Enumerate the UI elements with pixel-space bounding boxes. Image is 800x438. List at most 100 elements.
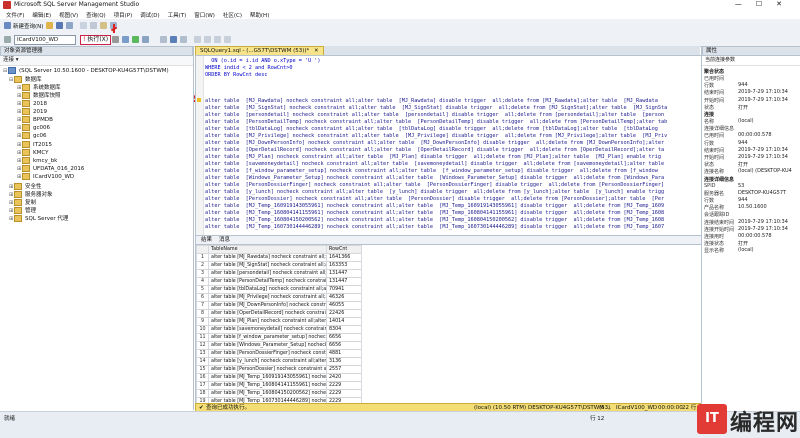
cell-rowcnt[interactable]: 8304 xyxy=(326,325,362,334)
execute-button[interactable]: ! 执行(X) xyxy=(80,35,112,45)
cell-rowcnt[interactable]: 1641366 xyxy=(326,253,362,262)
table-row[interactable]: 18 alter table [MJ_Temp_160804150200562] … xyxy=(196,389,362,398)
property-row[interactable]: 行数 944 xyxy=(704,197,748,204)
cell-tablename[interactable]: alter table [f_window_parameter_setup] n… xyxy=(208,333,327,342)
table-row[interactable]: 12 alter table [Windows_Parameter_Setup] … xyxy=(196,341,362,350)
save-icon[interactable] xyxy=(56,22,63,29)
object-explorer-icon[interactable] xyxy=(90,22,97,29)
outdent-icon[interactable] xyxy=(224,36,231,43)
activity-monitor-icon[interactable] xyxy=(80,22,87,29)
cell-rowcnt[interactable]: 2557 xyxy=(326,365,362,374)
properties-subtitle[interactable]: 当前连接参数 xyxy=(702,56,800,66)
cell-rowcnt[interactable]: 22426 xyxy=(326,309,362,318)
tree-node[interactable]: ⊞ KMCY xyxy=(17,148,48,156)
cell-rowcnt[interactable]: 2420 xyxy=(326,373,362,382)
property-row[interactable]: 名称 (local) xyxy=(704,118,754,125)
cell-rowcnt[interactable]: 46055 xyxy=(326,301,362,310)
cell-tablename[interactable]: alter table [MJ_Rawdata] nocheck constra… xyxy=(208,253,327,262)
query-editor[interactable]: ON (o.id = i.id AND o.xType = 'U ') WHERE… xyxy=(195,55,702,236)
table-row[interactable]: 9 alter table [MJ_Plan] nocheck constrain… xyxy=(196,317,362,326)
close-button[interactable]: ✕ xyxy=(776,0,796,8)
table-row[interactable]: 11 alter table [f_window_parameter_setup]… xyxy=(196,333,362,342)
cell-tablename[interactable]: alter table [MJ_Plan] nocheck constraint… xyxy=(208,317,327,326)
cell-rowcnt[interactable]: 14014 xyxy=(326,317,362,326)
database-select[interactable]: ICardV100_WD xyxy=(14,35,76,45)
cell-rowcnt[interactable]: 131447 xyxy=(326,277,362,286)
property-row[interactable]: 状态 打开 xyxy=(704,104,748,111)
table-row[interactable]: 3 alter table [persondetail] nocheck cons… xyxy=(196,269,362,278)
menu-window[interactable]: 窗口(W) xyxy=(194,11,215,19)
tree-node[interactable]: ⊞ 管理 xyxy=(9,206,36,215)
property-row[interactable]: 连接状态 打开 xyxy=(704,240,748,247)
table-row[interactable]: 13 alter table [PersonDossierFinger] noch… xyxy=(196,349,362,358)
menu-view[interactable]: 视图(V) xyxy=(59,11,78,19)
table-row[interactable]: 5 alter table [tblDataLog] nocheck constr… xyxy=(196,285,362,294)
table-row[interactable]: 15 alter table [PersonDossier] nocheck co… xyxy=(196,365,362,374)
cell-rowcnt[interactable]: 3136 xyxy=(326,357,362,366)
property-group[interactable]: 连接详细信息 xyxy=(704,176,734,183)
property-group[interactable]: 连接 xyxy=(704,111,714,118)
property-row[interactable]: 显示名称 (local) xyxy=(704,247,754,254)
cell-rowcnt[interactable]: 2229 xyxy=(326,389,362,398)
connect-icon[interactable] xyxy=(4,36,11,43)
cell-rowcnt[interactable]: 131447 xyxy=(326,269,362,278)
table-row[interactable]: 10 alter table [savemoneydetail] nocheck … xyxy=(196,325,362,334)
new-query-button[interactable]: 新建查询(N) xyxy=(13,22,43,30)
property-row[interactable]: 行数 944 xyxy=(704,82,748,89)
cell-rowcnt[interactable]: 6656 xyxy=(326,333,362,342)
template-explorer-icon[interactable] xyxy=(100,22,107,29)
indent-icon[interactable] xyxy=(214,36,221,43)
table-row[interactable]: 7 alter table [MJ_DownPersonInfo] nocheck… xyxy=(196,301,362,310)
tree-node[interactable]: ⊟ 数据库 xyxy=(9,75,42,83)
server-node[interactable]: ⊟ (SQL Server 10.50.1600 - DESKTOP-KU4G57… xyxy=(3,67,169,74)
tree-node[interactable]: ⊞ 2019 xyxy=(17,107,47,115)
cell-tablename[interactable]: alter table [tblDataLog] nocheck constra… xyxy=(208,285,327,294)
table-row[interactable]: 2 alter table [MJ_SignStat] nocheck const… xyxy=(196,261,362,270)
close-tab-icon[interactable]: ✕ xyxy=(314,48,319,54)
cell-tablename[interactable]: alter table [MJ_SignStat] nocheck constr… xyxy=(208,261,327,270)
tree-node[interactable]: ⊞ 服务器对象 xyxy=(9,190,53,198)
cell-rowcnt[interactable]: 6656 xyxy=(326,341,362,350)
tree-node[interactable]: ⊞ 数据库快照 xyxy=(17,91,61,100)
cell-tablename[interactable]: alter table [savemoneydetail] nocheck co… xyxy=(208,325,327,334)
menu-debug[interactable]: 调试(D) xyxy=(140,11,160,19)
cell-tablename[interactable]: alter table [MJ_Temp_160804141155961] no… xyxy=(208,381,327,390)
cell-rowcnt[interactable]: 70941 xyxy=(326,285,362,294)
tree-node[interactable]: ⊞ 复制 xyxy=(9,198,36,206)
table-row[interactable]: 17 alter table [MJ_Temp_160804141155961] … xyxy=(196,381,362,390)
new-query-icon[interactable] xyxy=(4,22,11,29)
property-row[interactable]: SPID 53 xyxy=(704,183,744,189)
minimize-button[interactable]: — xyxy=(735,0,756,8)
property-row[interactable]: 已用时间 00:00:00.578 xyxy=(704,132,772,139)
property-row[interactable]: 连接结束时间 2019-7-29 17:10:34 xyxy=(704,219,788,226)
cell-rowcnt[interactable]: 163353 xyxy=(326,261,362,270)
menu-query[interactable]: 查询(Q) xyxy=(86,11,106,19)
stop-icon[interactable] xyxy=(112,36,119,43)
property-row[interactable]: 状态 打开 xyxy=(704,161,748,168)
menu-file[interactable]: 文件(F) xyxy=(6,11,24,19)
table-row[interactable]: 14 alter table [y_lunch] nocheck constrai… xyxy=(196,357,362,366)
cell-tablename[interactable]: alter table [OperDetailRecord] nocheck c… xyxy=(208,309,327,318)
cell-tablename[interactable]: alter table [PersonDossierFinger] nochec… xyxy=(208,349,327,358)
results-to-text-icon[interactable] xyxy=(160,36,167,43)
tree-node[interactable]: ⊞ ICardV100_WD xyxy=(17,173,74,181)
cell-tablename[interactable]: alter table [MJ_Temp_160804150200562] no… xyxy=(208,389,327,398)
table-row[interactable]: 1 alter table [MJ_Rawdata] nocheck constr… xyxy=(196,253,362,262)
menu-help[interactable]: 帮助(H) xyxy=(250,11,269,19)
tree-node[interactable]: ⊞ gc006 xyxy=(17,124,50,132)
maximize-button[interactable]: ☐ xyxy=(756,0,776,8)
tree-node[interactable]: ⊞ IT2015 xyxy=(17,140,52,148)
results-to-file-icon[interactable] xyxy=(180,36,187,43)
tree-node[interactable]: ⊞ BPMDB xyxy=(17,116,53,123)
save-all-icon[interactable] xyxy=(66,22,73,29)
display-plan-icon[interactable] xyxy=(142,36,149,43)
table-row[interactable]: 6 alter table [MJ_Privilege] nocheck cons… xyxy=(196,293,362,302)
property-row[interactable]: 连接详细信息 xyxy=(704,125,734,132)
table-row[interactable]: 16 alter table [MJ_Temp_160919143055961] … xyxy=(196,373,362,382)
property-row[interactable]: 结束时间 2019-7-29 17:10:34 xyxy=(704,89,788,96)
results-to-grid-icon[interactable] xyxy=(170,36,177,43)
cell-rowcnt[interactable]: 46326 xyxy=(326,293,362,302)
parse-icon[interactable] xyxy=(122,36,129,43)
cell-tablename[interactable]: alter table [Windows_Parameter_Setup] no… xyxy=(208,341,327,350)
tree-node[interactable]: ⊞ 安全性 xyxy=(9,182,42,190)
